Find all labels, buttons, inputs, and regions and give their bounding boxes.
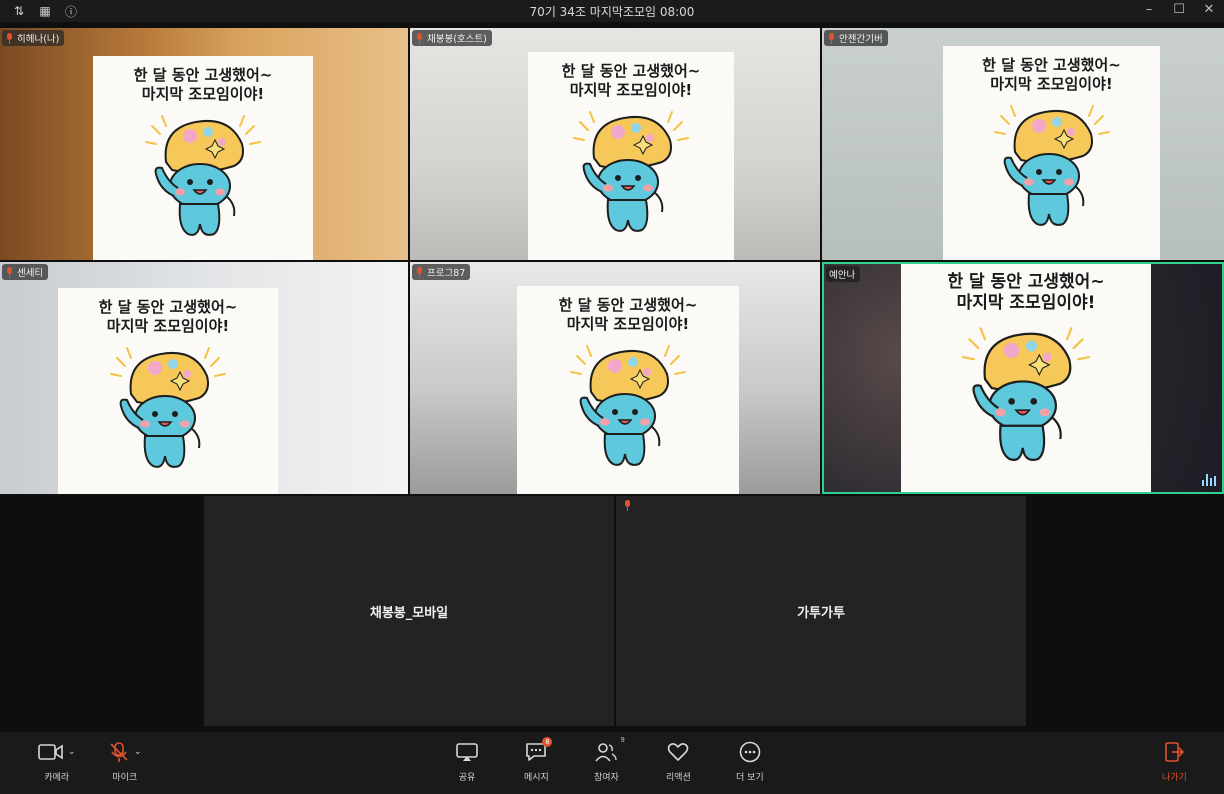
screen-share-icon: [456, 743, 478, 761]
card-line-1: 한 달 동안 고생했어~: [561, 62, 701, 80]
title-bar: ⇅ ▦ ⓘ 70기 34조 마지막조모임 08:00 – ☐ ✕: [0, 0, 1224, 22]
meeting-toolbar: ⌄ 카메라 ⌄ 마이크 공유 8 메시지 9 참여자 리액션 더 보기 나가기: [0, 732, 1224, 794]
participant-name: 센세티: [17, 268, 44, 279]
mic-muted-icon: [5, 266, 14, 278]
virtual-background-card: 한 달 동안 고생했어~ 마지막 조모임이야!: [93, 56, 313, 260]
more-button[interactable]: 더 보기: [736, 740, 764, 783]
mascot-illustration: [145, 114, 261, 236]
card-line-1: 한 달 동안 고생했어~: [133, 66, 273, 84]
mic-muted-icon: [110, 742, 128, 762]
participant-name: 예안나: [829, 270, 856, 281]
camera-icon: [38, 744, 63, 760]
virtual-background-card: 한 달 동안 고생했어~ 마지막 조모임이야!: [943, 46, 1160, 260]
info-icon[interactable]: ⓘ: [64, 4, 78, 19]
participant-name: 가투가투: [797, 605, 845, 621]
leave-icon: [1165, 742, 1185, 762]
card-line-1: 한 달 동안 고생했어~: [98, 298, 238, 316]
audio-only-tile[interactable]: 채봉봉_모바일: [204, 496, 614, 726]
participant-name: 채봉봉(호스트): [427, 34, 487, 45]
close-icon[interactable]: ✕: [1202, 2, 1216, 17]
heart-icon: [668, 743, 689, 761]
card-line-2: 마지막 조모임이야!: [566, 314, 690, 333]
participant-name-tag: 히헤나(나): [2, 30, 65, 46]
card-line-2: 마지막 조모임이야!: [141, 84, 265, 103]
reactions-button[interactable]: 리액션: [666, 740, 691, 783]
audio-level-icon: [1202, 474, 1216, 486]
mic-button[interactable]: ⌄ 마이크: [108, 740, 142, 783]
participant-name-tag: 예안나: [826, 266, 861, 282]
participants-count: 9: [620, 736, 625, 744]
minimize-icon[interactable]: –: [1142, 2, 1156, 17]
mascot-illustration: [993, 104, 1110, 226]
window-title: 70기 34조 마지막조모임 08:00: [529, 5, 695, 19]
participants-icon: [595, 743, 618, 762]
virtual-background-card: 한 달 동안 고생했어~ 마지막 조모임이야!: [901, 264, 1151, 492]
mic-label: 마이크: [112, 773, 138, 783]
more-icon: [739, 741, 761, 763]
participant-name-tag: 센세티: [2, 264, 49, 280]
video-tile[interactable]: 센세티 한 달 동안 고생했어~ 마지막 조모임이야!: [0, 262, 408, 494]
virtual-background-card: 한 달 동안 고생했어~ 마지막 조모임이야!: [58, 288, 278, 494]
participant-name-tag: 안젠간기버: [824, 30, 888, 46]
video-tile[interactable]: 히헤나(나) 한 달 동안 고생했어~ 마지막 조모임이야!: [0, 28, 408, 260]
share-label: 공유: [458, 773, 476, 783]
participant-name: 히헤나(나): [17, 34, 60, 45]
mic-muted-icon: [415, 266, 424, 278]
card-line-1: 한 달 동안 고생했어~: [947, 272, 1105, 292]
participant-name-tag: 프로그87: [412, 264, 471, 280]
participant-name: 채봉봉_모바일: [369, 605, 449, 621]
sort-icon[interactable]: ⇅: [12, 4, 26, 18]
chevron-down-icon[interactable]: ⌄: [68, 747, 76, 757]
maximize-icon[interactable]: ☐: [1172, 2, 1186, 17]
grid-view-icon[interactable]: ▦: [38, 4, 52, 18]
messages-button[interactable]: 8 메시지: [524, 737, 553, 783]
mic-muted-icon: [415, 32, 424, 44]
mascot-illustration: [110, 346, 226, 468]
video-tile[interactable]: 안젠간기버 한 달 동안 고생했어~ 마지막 조모임이야!: [822, 28, 1224, 260]
mascot-illustration: [570, 344, 686, 466]
participant-name: 프로그87: [427, 268, 466, 279]
card-line-2: 마지막 조모임이야!: [956, 293, 1096, 314]
more-label: 더 보기: [736, 773, 764, 783]
video-grid: 히헤나(나) 한 달 동안 고생했어~ 마지막 조모임이야! 채봉봉(호스트) …: [0, 28, 1224, 496]
messages-label: 메시지: [524, 773, 549, 783]
participant-name-tag: 채봉봉(호스트): [412, 30, 492, 46]
chevron-down-icon[interactable]: ⌄: [134, 747, 142, 757]
mascot-illustration: [573, 110, 689, 232]
reactions-label: 리액션: [666, 773, 691, 783]
mic-muted-icon: [5, 32, 14, 44]
video-tile[interactable]: 프로그87 한 달 동안 고생했어~ 마지막 조모임이야!: [410, 262, 820, 494]
camera-button[interactable]: ⌄ 카메라: [38, 740, 76, 783]
share-button[interactable]: 공유: [456, 740, 478, 783]
camera-label: 카메라: [44, 773, 70, 783]
card-line-1: 한 달 동안 고생했어~: [558, 296, 698, 314]
card-line-2: 마지막 조모임이야!: [990, 74, 1113, 93]
virtual-background-card: 한 달 동안 고생했어~ 마지막 조모임이야!: [528, 52, 734, 260]
unread-badge: 8: [542, 737, 553, 747]
video-tile-active-speaker[interactable]: 예안나 한 달 동안 고생했어~ 마지막 조모임이야!: [822, 262, 1224, 494]
mascot-illustration: [961, 326, 1091, 461]
video-tile[interactable]: 채봉봉(호스트) 한 달 동안 고생했어~ 마지막 조모임이야!: [410, 28, 820, 260]
card-line-2: 마지막 조모임이야!: [569, 80, 693, 99]
participant-name: 안젠간기버: [839, 34, 883, 45]
audio-only-tile[interactable]: 가투가투: [616, 496, 1026, 726]
card-line-1: 한 달 동안 고생했어~: [982, 56, 1121, 74]
audio-only-area: 채봉봉_모바일 가투가투: [0, 496, 1224, 730]
leave-label: 나가기: [1162, 773, 1187, 783]
mic-muted-icon: [620, 498, 634, 512]
card-line-2: 마지막 조모임이야!: [106, 316, 230, 335]
participants-button[interactable]: 9 참여자: [594, 736, 625, 783]
virtual-background-card: 한 달 동안 고생했어~ 마지막 조모임이야!: [517, 286, 739, 494]
mic-muted-icon: [827, 32, 836, 44]
leave-button[interactable]: 나가기: [1162, 740, 1187, 783]
participants-label: 참여자: [594, 773, 619, 783]
